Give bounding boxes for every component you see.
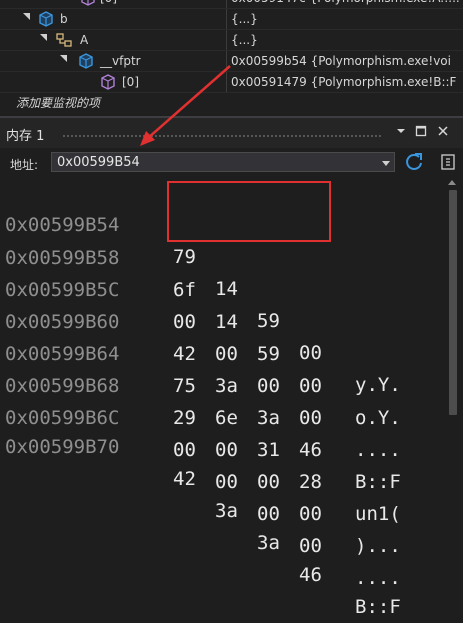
memory-ascii: un1( (355, 503, 401, 525)
add-watch-item[interactable]: 添加要监视的项 (16, 93, 100, 113)
memory-byte: 46 (299, 439, 322, 461)
watch-name: [0] (122, 75, 139, 89)
watch-value: 0x00591479 {Polymorphism.exe!B::F (231, 75, 457, 89)
watch-name: b (60, 12, 68, 26)
watch-name: __vfptr (100, 54, 141, 68)
memory-row[interactable]: 0x00599B6C 00 00 00 00 .... (0, 370, 440, 589)
watch-row[interactable]: A {...} (0, 30, 463, 51)
memory-title: 内存 1 (6, 129, 45, 144)
base-class-icon (56, 33, 72, 47)
address-label: 地址: (10, 158, 39, 172)
watch-name: [0] (100, 0, 117, 8)
memory-row[interactable]: 0x00599B64 75 6e 31 28 un1( (0, 306, 440, 525)
expand-arrow-icon[interactable] (23, 13, 30, 20)
memory-title-bar[interactable]: 内存 1 (0, 116, 463, 148)
memory-byte: 00 (215, 439, 238, 461)
drag-grip[interactable] (62, 134, 382, 138)
address-input[interactable]: 0x00599B54 (51, 152, 395, 172)
object-icon (79, 53, 93, 69)
memory-byte: 3a (215, 500, 238, 522)
memory-byte: 00 (257, 471, 280, 493)
memory-byte: 00 (173, 439, 196, 461)
watch-row[interactable]: [0] 0x00591479 {Polymorphism.exe!B::F (0, 72, 463, 93)
memory-ascii: B::F (355, 596, 401, 618)
watch-row[interactable]: __vfptr 0x00599b54 {Polymorphism.exe!voi (0, 51, 463, 72)
chevron-down-icon[interactable] (393, 122, 409, 140)
scroll-up-icon[interactable] (448, 180, 456, 185)
maximize-icon[interactable] (413, 122, 429, 140)
watch-value: 0x00599b54 {Polymorphism.exe!voi (231, 54, 451, 68)
memory-row[interactable]: 0x00599B68 29 00 00 00 )... (0, 338, 440, 557)
memory-byte: 46 (299, 564, 322, 586)
memory-byte: 00 (257, 503, 280, 525)
scrollbar-thumb[interactable] (449, 190, 457, 415)
memory-byte: 00 (215, 471, 238, 493)
highlight-box (167, 181, 331, 242)
address-bar: 地址: 0x00599B54 (0, 148, 463, 178)
memory-ascii: B::F (355, 471, 401, 493)
memory-byte: 28 (299, 471, 322, 493)
columns-icon[interactable] (437, 151, 459, 173)
watch-value: {...} (231, 12, 258, 26)
field-icon (101, 74, 115, 90)
memory-ascii: )... (355, 535, 401, 557)
watch-value: 0x0059147c {Polymorphism.exe!A::... (231, 0, 463, 8)
object-icon (39, 11, 53, 27)
watch-value: {...} (231, 33, 258, 47)
memory-byte: 3a (257, 532, 280, 554)
memory-byte: 42 (173, 468, 196, 490)
refresh-icon[interactable] (403, 151, 425, 173)
watch-row[interactable]: b {...} (0, 9, 463, 30)
memory-ascii: .... (355, 567, 401, 589)
watch-row[interactable]: [0] 0x0059147c {Polymorphism.exe!A::... (0, 0, 463, 9)
expand-arrow-icon[interactable] (60, 55, 67, 62)
watch-name: A (80, 33, 89, 47)
memory-byte: 00 (299, 503, 322, 525)
memory-byte: 00 (299, 535, 322, 557)
memory-ascii: .... (355, 439, 401, 461)
field-icon (81, 0, 95, 6)
memory-row[interactable]: 0x00599B70 42 3a 3a 46 B::F (0, 399, 440, 618)
memory-address: 0x00599B70 (5, 436, 120, 458)
expand-arrow-icon[interactable] (40, 34, 47, 41)
watch-pane: [0] 0x0059147c {Polymorphism.exe!A::... … (0, 0, 463, 116)
memory-byte: 31 (257, 439, 280, 461)
memory-row[interactable]: 0x00599B60 42 3a 3a 46 B::F (0, 274, 440, 493)
close-icon[interactable] (435, 122, 451, 140)
memory-row[interactable]: 0x00599B5C 00 00 00 00 .... (0, 242, 440, 461)
address-dropdown-icon[interactable] (382, 161, 390, 166)
